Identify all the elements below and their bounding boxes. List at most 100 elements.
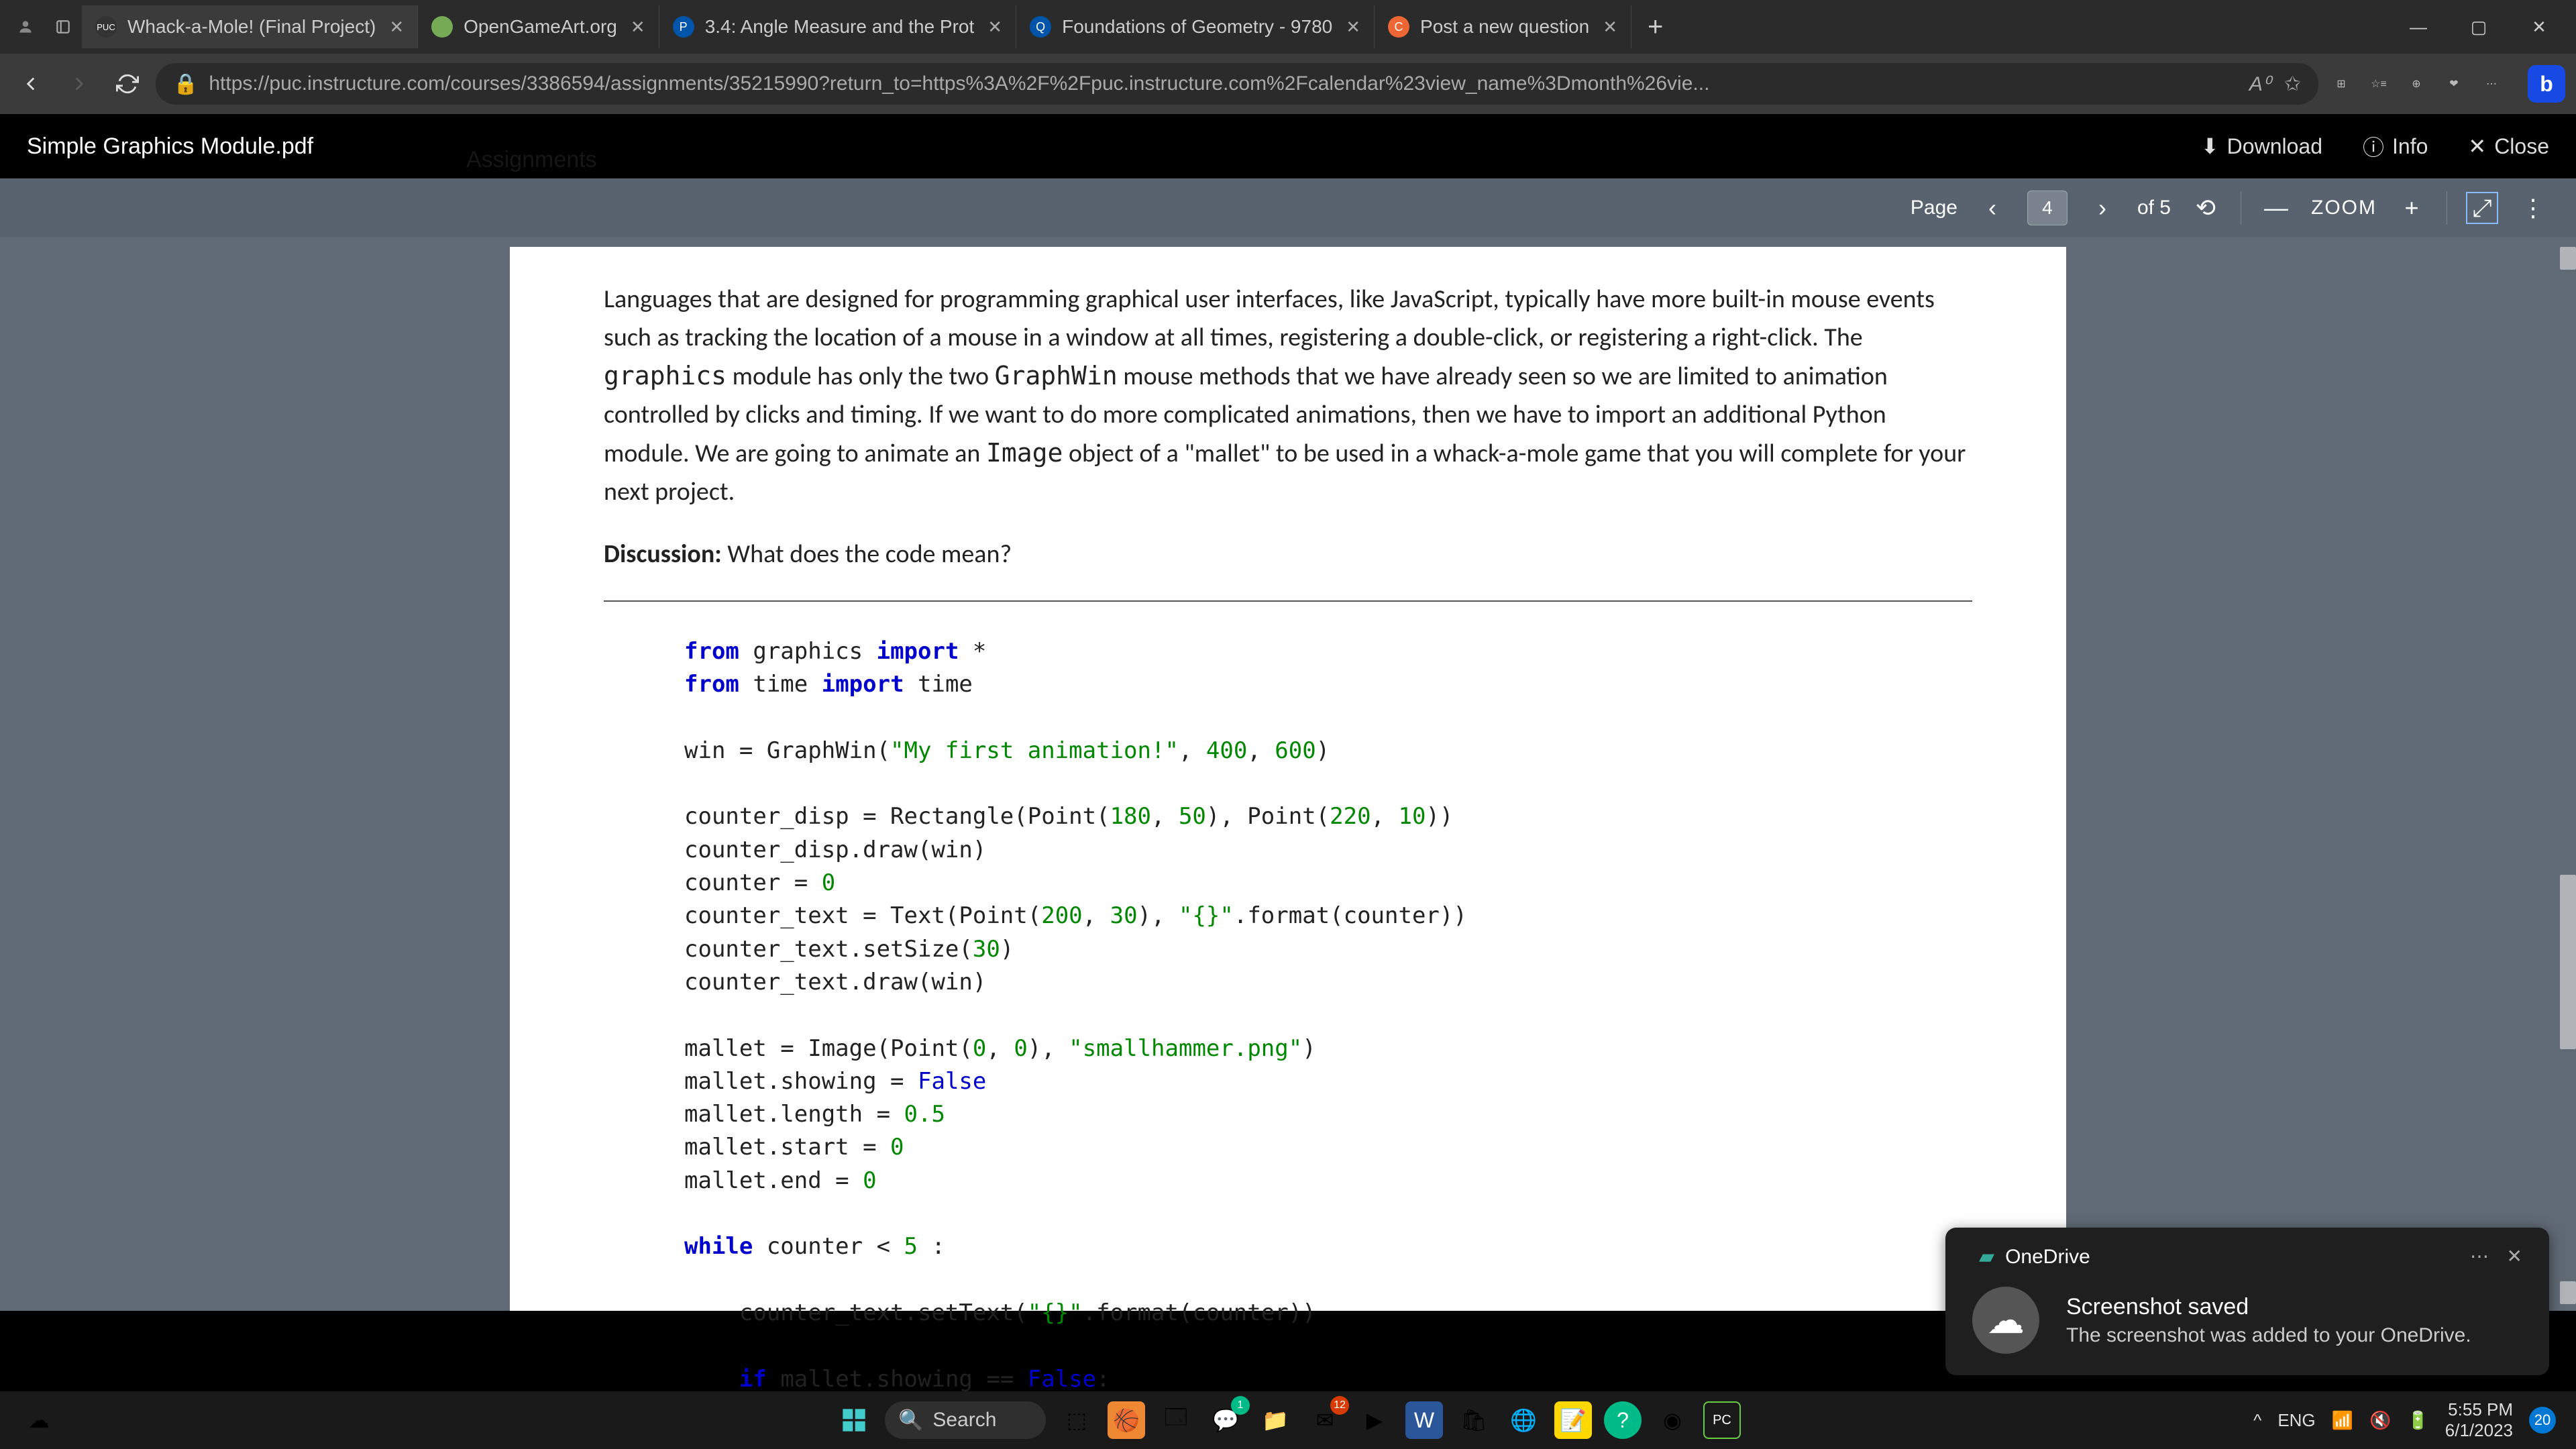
scroll-down-arrow[interactable] [2560, 1281, 2576, 1304]
url-text: https://puc.instructure.com/courses/3386… [209, 72, 2241, 95]
app-basketball[interactable]: 🏀 [1108, 1401, 1145, 1439]
forward-button [59, 64, 99, 104]
notification-app: OneDrive [2005, 1246, 2090, 1269]
app-help[interactable]: ? [1604, 1401, 1642, 1439]
code-block: from graphics import * from time import … [604, 635, 1972, 1429]
app-store[interactable]: 🛍 [1455, 1401, 1493, 1439]
close-viewer-button[interactable]: ✕Close [2468, 133, 2549, 159]
scrollbar-thumb[interactable] [2560, 875, 2576, 1049]
body-paragraph: Languages that are designed for programm… [604, 280, 1972, 511]
background-text: Assignments [466, 147, 597, 173]
app-edge[interactable]: 🌐 [1505, 1401, 1542, 1439]
app-notes[interactable]: 📝 [1554, 1401, 1592, 1439]
heart-icon[interactable]: ❤ [2439, 69, 2469, 99]
onedrive-notification[interactable]: ▰ OneDrive ⋯ ✕ ☁ Screenshot saved The sc… [1945, 1228, 2549, 1375]
rotate-button[interactable]: ⟲ [2190, 192, 2222, 224]
page-label: Page [1911, 197, 1957, 219]
favorites-icon[interactable]: ☆≡ [2364, 69, 2394, 99]
app-chat[interactable]: 💬1 [1207, 1401, 1244, 1439]
favicon-icon: C [1388, 16, 1409, 38]
tray-chevron-icon[interactable]: ^ [2253, 1410, 2261, 1431]
profile-icon[interactable] [12, 13, 39, 40]
page-input[interactable] [2027, 191, 2068, 225]
back-button[interactable] [11, 64, 51, 104]
app-explorer[interactable]: 📁 [1256, 1401, 1294, 1439]
app-word[interactable]: W [1405, 1401, 1443, 1439]
tab-angle-measure[interactable]: P 3.4: Angle Measure and the Prot ✕ [659, 5, 1016, 48]
battery-icon[interactable]: 🔋 [2407, 1410, 2428, 1431]
tab-title: Whack-a-Mole! (Final Project) [127, 16, 376, 38]
tray-clock[interactable]: 5:55 PM 6/1/2023 [2445, 1399, 2513, 1441]
tab-close-icon[interactable]: ✕ [389, 17, 404, 38]
minimize-button[interactable]: — [2388, 7, 2449, 47]
address-bar[interactable]: 🔒 https://puc.instructure.com/courses/33… [156, 63, 2318, 105]
notification-body: The screenshot was added to your OneDriv… [2066, 1324, 2471, 1347]
tab-close-icon[interactable]: ✕ [987, 17, 1002, 38]
tray-language[interactable]: ENG [2277, 1410, 2315, 1431]
collections-icon[interactable]: ⊕ [2402, 69, 2431, 99]
tab-close-icon[interactable]: ✕ [1603, 17, 1617, 38]
refresh-button[interactable] [107, 64, 148, 104]
wifi-icon[interactable]: 📶 [2332, 1410, 2353, 1431]
document-viewport[interactable]: Languages that are designed for programm… [0, 237, 2576, 1311]
start-button[interactable] [835, 1401, 873, 1439]
notification-title: Screenshot saved [2066, 1294, 2471, 1320]
zoom-in-button[interactable]: + [2396, 192, 2428, 224]
app-media[interactable]: ▶ [1356, 1401, 1393, 1439]
more-tools-button[interactable]: ⋮ [2517, 192, 2549, 224]
bing-button[interactable]: b [2528, 65, 2565, 103]
close-icon: ✕ [2468, 133, 2486, 159]
zoom-out-button[interactable]: — [2260, 192, 2292, 224]
discussion-line: Discussion: What does the code mean? [604, 535, 1972, 574]
read-aloud-icon[interactable]: A⁰ [2249, 72, 2271, 96]
close-window-button[interactable]: ✕ [2509, 7, 2569, 47]
tab-title: OpenGameArt.org [464, 16, 617, 38]
fullscreen-button[interactable]: ⤢ [2466, 192, 2498, 224]
tab-foundations[interactable]: Q Foundations of Geometry - 9780 ✕ [1016, 5, 1375, 48]
page-total: of 5 [2137, 197, 2171, 219]
favicon-icon: P [673, 16, 694, 38]
tray-notifications[interactable]: 20 [2529, 1407, 2556, 1434]
tab-close-icon[interactable]: ✕ [1346, 17, 1360, 38]
pdf-page: Languages that are designed for programm… [510, 247, 2066, 1311]
taskbar-search[interactable]: 🔍Search [885, 1401, 1046, 1439]
volume-icon[interactable]: 🔇 [2369, 1410, 2391, 1431]
star-icon[interactable]: ✩ [2284, 72, 2301, 96]
favicon-icon [431, 16, 453, 38]
app-chrome[interactable]: ◉ [1654, 1401, 1691, 1439]
new-tab-button[interactable]: + [1631, 12, 1679, 42]
taskbar: ☁ 🔍Search ⬚ 🏀 🗔 💬1 📁 ✉12 ▶ W 🛍 🌐 📝 ? ◉ P… [0, 1391, 2576, 1449]
onedrive-icon: ▰ [1979, 1245, 1994, 1269]
tab-whack-a-mole[interactable]: PUC Whack-a-Mole! (Final Project) ✕ [82, 5, 418, 48]
app-pycharm[interactable]: PC [1703, 1401, 1741, 1439]
weather-widget[interactable]: ☁ [20, 1401, 58, 1439]
tab-actions-icon[interactable] [50, 13, 76, 40]
notification-menu-icon[interactable]: ⋯ [2470, 1245, 2489, 1267]
document-title: Simple Graphics Module.pdf [27, 133, 313, 160]
task-view-button[interactable]: ⬚ [1058, 1401, 1095, 1439]
tab-opengameart[interactable]: OpenGameArt.org ✕ [418, 5, 659, 48]
info-button[interactable]: ⓘInfo [2363, 131, 2428, 162]
cloud-icon: ☁ [1972, 1287, 2039, 1354]
download-icon: ⬇ [2201, 133, 2219, 159]
more-icon[interactable]: ⋯ [2477, 69, 2506, 99]
favicon-icon: Q [1030, 16, 1051, 38]
tab-title: Post a new question [1420, 16, 1589, 38]
tab-post-question[interactable]: C Post a new question ✕ [1375, 5, 1631, 48]
scrollbar-track[interactable] [2556, 237, 2576, 1311]
lock-icon: 🔒 [173, 72, 198, 96]
download-button[interactable]: ⬇Download [2201, 133, 2322, 159]
extensions-icon[interactable]: ⊞ [2326, 69, 2356, 99]
favicon-icon: PUC [95, 16, 117, 38]
tab-title: 3.4: Angle Measure and the Prot [705, 16, 975, 38]
notification-close-icon[interactable]: ✕ [2507, 1245, 2522, 1267]
prev-page-button[interactable]: ‹ [1976, 192, 2008, 224]
scroll-up-arrow[interactable] [2560, 247, 2576, 270]
maximize-button[interactable]: ▢ [2449, 7, 2509, 47]
tab-close-icon[interactable]: ✕ [631, 17, 645, 38]
tab-title: Foundations of Geometry - 9780 [1062, 16, 1332, 38]
tabs-row: PUC Whack-a-Mole! (Final Project) ✕ Open… [82, 0, 2388, 54]
app-mail[interactable]: ✉12 [1306, 1401, 1344, 1439]
app-desktops[interactable]: 🗔 [1157, 1401, 1195, 1439]
next-page-button[interactable]: › [2086, 192, 2118, 224]
